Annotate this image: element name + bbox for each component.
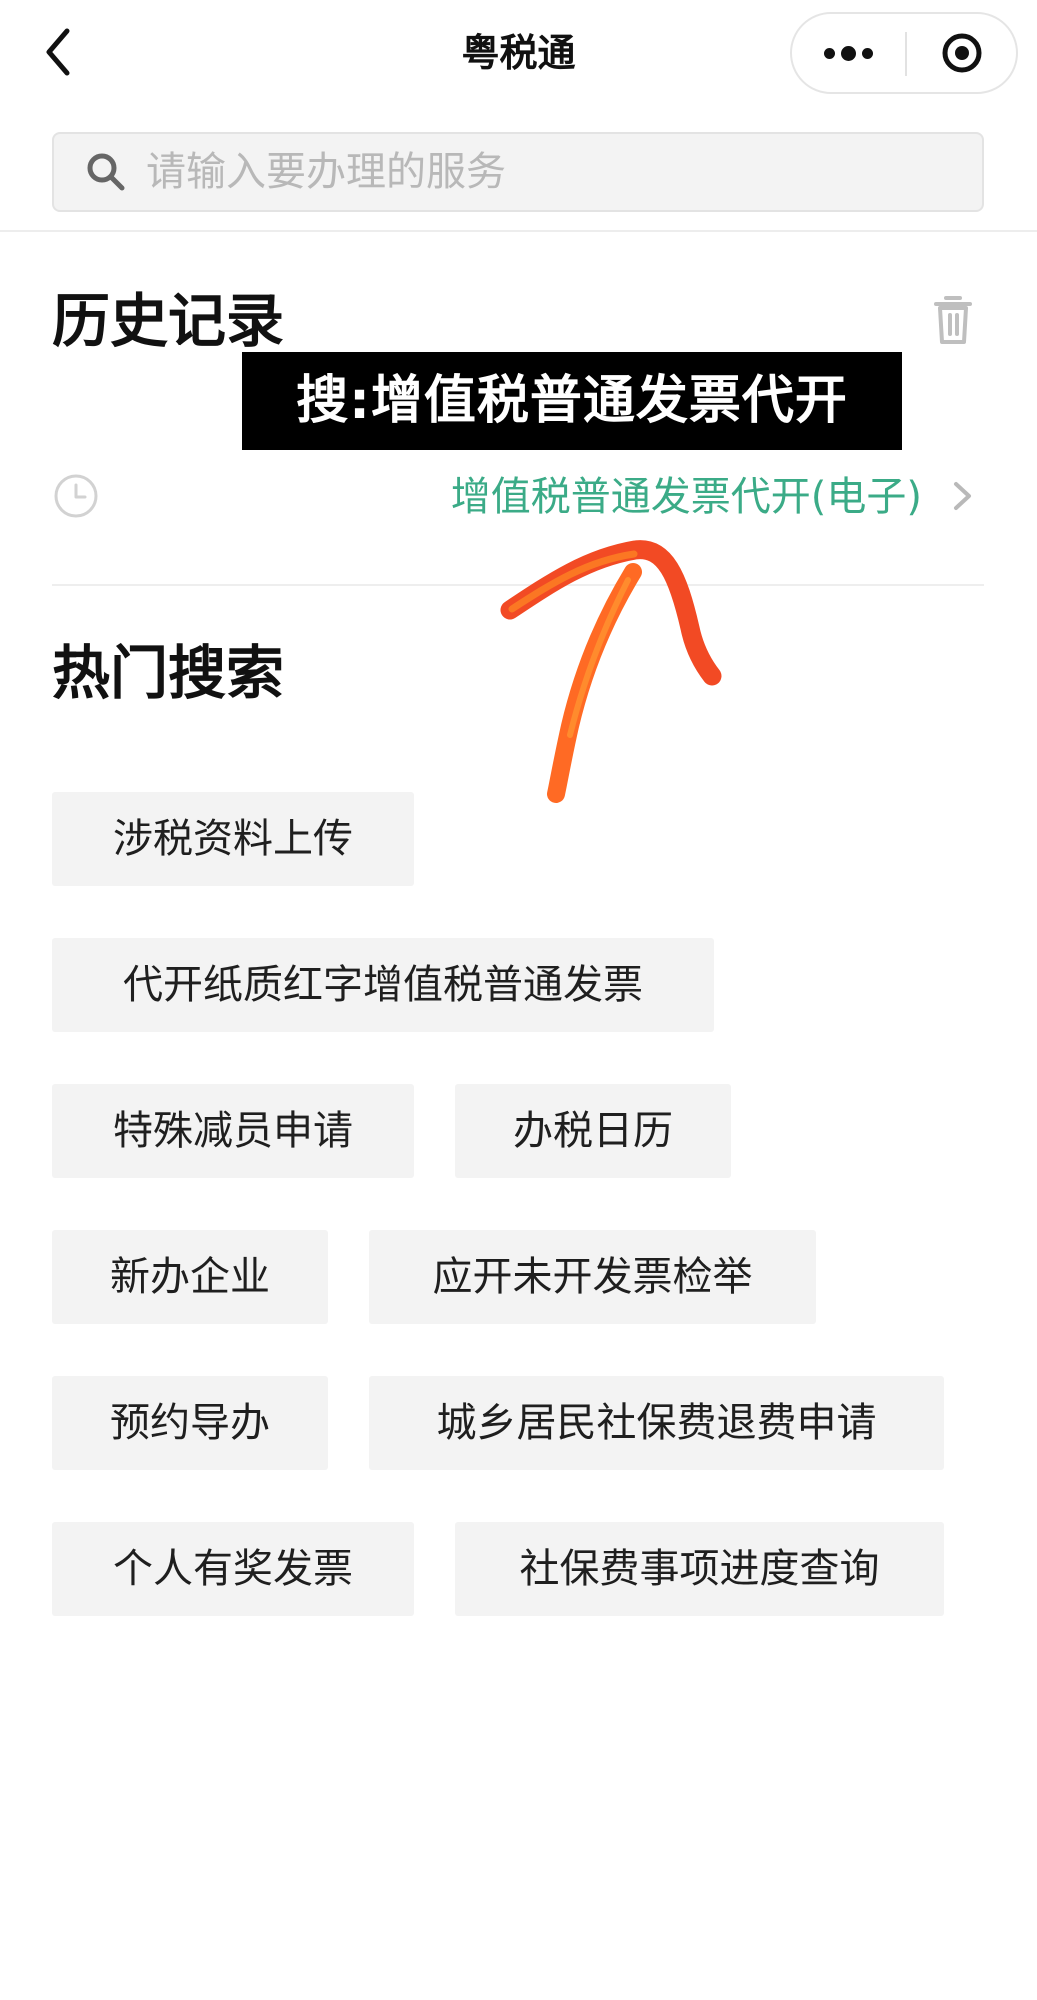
mini-program-capsule: [790, 12, 1018, 94]
hot-search-chip[interactable]: 预约导办: [52, 1376, 328, 1470]
hot-search-chip[interactable]: 办税日历: [455, 1084, 731, 1178]
header-divider: [0, 230, 1037, 232]
annotation-banner: 搜:增值税普通发票代开: [242, 352, 902, 450]
search-bar: [52, 132, 984, 212]
more-dot-icon: [861, 47, 873, 59]
hand-drawn-arrow-annotation: [500, 540, 722, 803]
mobile-search-page: 粤税通 历史记录: [0, 0, 1037, 2000]
trash-icon: [934, 296, 972, 344]
top-navigation-bar: 粤税通: [0, 0, 1037, 110]
history-title: 历史记录: [52, 287, 285, 355]
history-item[interactable]: 增值税普通发票代开(电子): [52, 462, 986, 530]
capsule-divider: [905, 32, 907, 76]
hot-search-chip[interactable]: 新办企业: [52, 1230, 328, 1324]
hot-search-chip[interactable]: 个人有奖发票: [52, 1522, 414, 1616]
target-close-icon: [942, 33, 982, 73]
hot-search-chip[interactable]: 涉税资料上传: [52, 792, 414, 886]
chevron-left-icon: [46, 28, 70, 76]
hot-search-title: 热门搜索: [52, 639, 285, 707]
hot-search-chip[interactable]: 特殊减员申请: [52, 1084, 414, 1178]
hot-search-chip[interactable]: 城乡居民社保费退费申请: [369, 1376, 944, 1470]
hot-search-chip[interactable]: 应开未开发票检举: [369, 1230, 816, 1324]
annotation-banner-text: 搜:增值税普通发票代开: [296, 371, 848, 431]
more-dot-icon: [823, 47, 835, 59]
more-button[interactable]: [792, 14, 904, 92]
clock-icon: [54, 474, 98, 518]
close-button[interactable]: [908, 14, 1016, 92]
search-input[interactable]: [146, 137, 982, 207]
back-button[interactable]: [28, 22, 88, 82]
more-dot-icon: [840, 45, 856, 61]
clear-history-button[interactable]: [920, 286, 986, 352]
hot-search-chip[interactable]: 社保费事项进度查询: [455, 1522, 944, 1616]
chevron-right-icon: [954, 482, 971, 510]
history-item-label: 增值税普通发票代开(电子): [450, 474, 922, 520]
search-icon: [78, 144, 134, 200]
history-divider: [52, 584, 984, 586]
hot-search-chip[interactable]: 代开纸质红字增值税普通发票: [52, 938, 714, 1032]
